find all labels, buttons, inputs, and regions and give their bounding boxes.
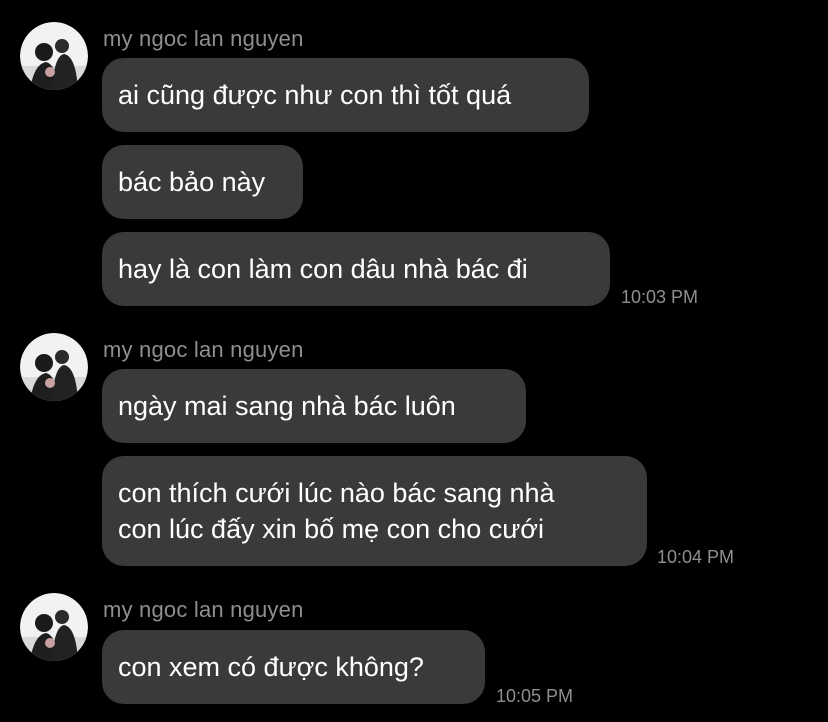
sender-name: my ngoc lan nguyen [103, 26, 304, 51]
avatar[interactable] [20, 333, 88, 401]
sender-name: my ngoc lan nguyen [103, 337, 304, 362]
sender-name: my ngoc lan nguyen [103, 597, 304, 622]
message-bubble[interactable]: con thích cưới lúc nào bác sang nhà con … [102, 456, 647, 566]
message-bubble[interactable]: hay là con làm con dâu nhà bác đi [102, 232, 610, 306]
timestamp: 10:05 PM [496, 686, 574, 706]
message-line: con lúc đấy xin bố mẹ con cho cưới [118, 514, 544, 544]
message-bubble[interactable]: con xem có được không? [102, 630, 485, 704]
message-bubble[interactable]: ngày mai sang nhà bác luôn [102, 369, 526, 443]
message-line: con thích cưới lúc nào bác sang nhà [118, 478, 555, 508]
message-bubble[interactable]: ai cũng được như con thì tốt quá [102, 58, 589, 132]
message-bubble[interactable]: bác bảo này [102, 145, 303, 219]
profile-photo-avatar-icon [20, 593, 88, 661]
timestamp: 10:04 PM [657, 547, 735, 567]
profile-photo-avatar-icon [20, 333, 88, 401]
timestamp: 10:03 PM [621, 287, 699, 307]
avatar[interactable] [20, 593, 88, 661]
avatar[interactable] [20, 22, 88, 90]
profile-photo-avatar-icon [20, 22, 88, 90]
